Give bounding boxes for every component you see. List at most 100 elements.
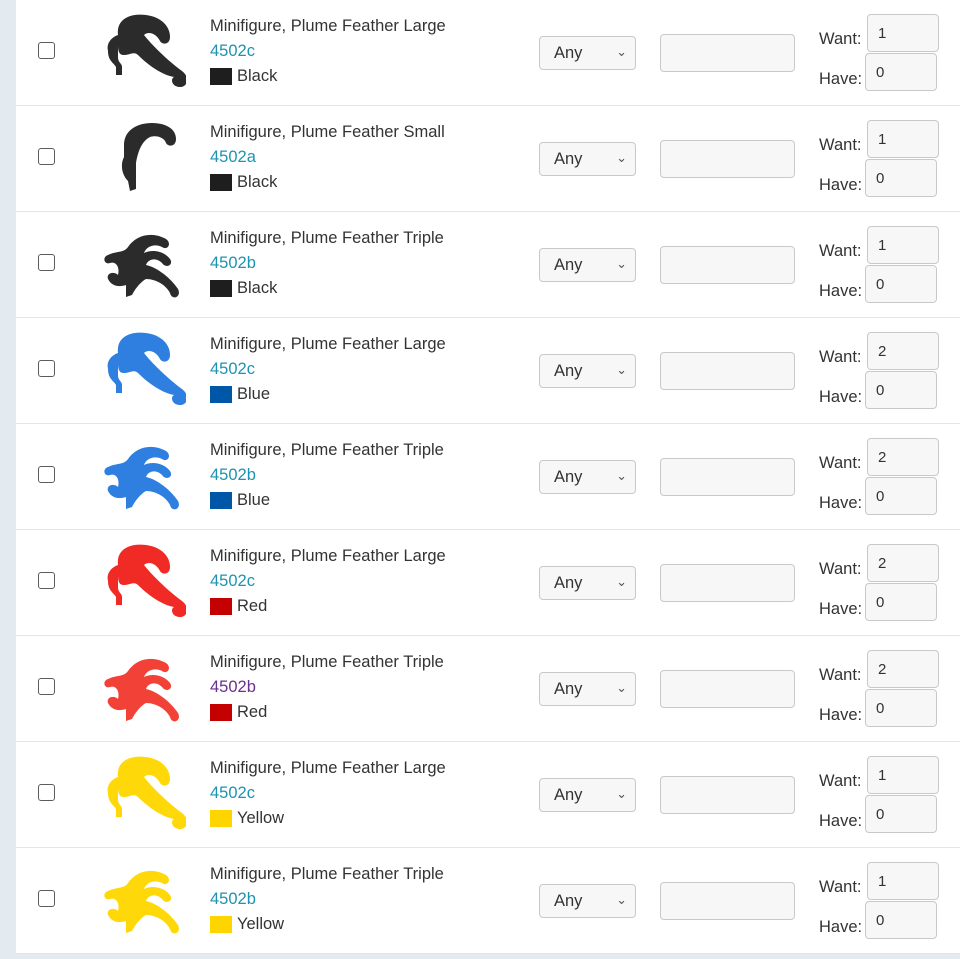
have-label: Have: (819, 282, 863, 300)
remarks-input[interactable] (660, 882, 795, 920)
remarks-input[interactable] (660, 352, 795, 390)
want-quantity-value: 2 (878, 555, 887, 572)
condition-value: Any (554, 256, 583, 274)
want-quantity-input[interactable]: 1 (867, 14, 939, 52)
chevron-down-icon: ⌄ (616, 44, 627, 59)
select-checkbox[interactable] (38, 466, 55, 483)
remarks-input[interactable] (660, 34, 795, 72)
want-quantity-value: 1 (878, 767, 887, 784)
condition-select[interactable]: Any ⌄ (539, 460, 636, 494)
part-number-link[interactable]: 4502c (210, 360, 255, 379)
have-label: Have: (819, 918, 863, 936)
color-name: Blue (237, 491, 271, 509)
select-checkbox[interactable] (38, 890, 55, 907)
part-image[interactable] (86, 429, 186, 523)
want-quantity-input[interactable]: 2 (867, 650, 939, 688)
select-checkbox[interactable] (38, 678, 55, 695)
part-name: Minifigure, Plume Feather Large (210, 17, 446, 35)
remarks-input[interactable] (660, 140, 795, 178)
part-color: Yellow (210, 809, 284, 828)
condition-select[interactable]: Any ⌄ (539, 566, 636, 600)
part-image[interactable] (86, 747, 188, 841)
condition-select[interactable]: Any ⌄ (539, 778, 636, 812)
have-label: Have: (819, 176, 863, 194)
color-swatch (210, 386, 232, 403)
have-quantity-input[interactable]: 0 (865, 53, 937, 91)
select-checkbox[interactable] (38, 784, 55, 801)
part-image[interactable] (86, 323, 188, 417)
remarks-input[interactable] (660, 776, 795, 814)
chevron-down-icon: ⌄ (616, 574, 627, 589)
condition-value: Any (554, 468, 583, 486)
select-checkbox[interactable] (38, 254, 55, 271)
have-label: Have: (819, 70, 863, 88)
part-image[interactable] (86, 5, 188, 99)
remarks-input[interactable] (660, 458, 795, 496)
plume-feather-large-icon (107, 332, 188, 405)
want-quantity-input[interactable]: 1 (867, 226, 939, 264)
have-quantity-input[interactable]: 0 (865, 689, 937, 727)
part-color: Black (210, 67, 277, 86)
want-quantity-input[interactable]: 1 (867, 862, 939, 900)
have-quantity-input[interactable]: 0 (865, 477, 937, 515)
select-checkbox[interactable] (38, 42, 55, 59)
want-quantity-value: 1 (878, 873, 887, 890)
want-quantity-input[interactable]: 2 (867, 438, 939, 476)
select-checkbox[interactable] (38, 572, 55, 589)
want-quantity-input[interactable]: 2 (867, 544, 939, 582)
have-quantity-value: 0 (876, 382, 885, 399)
want-quantity-input[interactable]: 2 (867, 332, 939, 370)
remarks-input[interactable] (660, 564, 795, 602)
have-quantity-value: 0 (876, 276, 885, 293)
condition-select[interactable]: Any ⌄ (539, 142, 636, 176)
color-swatch (210, 492, 232, 509)
want-quantity-input[interactable]: 1 (867, 120, 939, 158)
want-quantity-input[interactable]: 1 (867, 756, 939, 794)
part-number-link[interactable]: 4502b (210, 466, 256, 485)
part-number-link[interactable]: 4502a (210, 148, 256, 167)
part-number-link[interactable]: 4502c (210, 42, 255, 61)
remarks-input[interactable] (660, 246, 795, 284)
have-label: Have: (819, 494, 863, 512)
part-number-link[interactable]: 4502b (210, 254, 256, 273)
part-number-link[interactable]: 4502c (210, 784, 255, 803)
have-quantity-value: 0 (876, 170, 885, 187)
part-number-link[interactable]: 4502b (210, 890, 256, 909)
part-image[interactable] (86, 111, 186, 205)
condition-value: Any (554, 44, 583, 62)
have-quantity-input[interactable]: 0 (865, 795, 937, 833)
want-label: Want: (819, 878, 862, 896)
condition-select[interactable]: Any ⌄ (539, 354, 636, 388)
have-quantity-input[interactable]: 0 (865, 901, 937, 939)
condition-select[interactable]: Any ⌄ (539, 672, 636, 706)
condition-select[interactable]: Any ⌄ (539, 248, 636, 282)
chevron-down-icon: ⌄ (616, 892, 627, 907)
color-swatch (210, 704, 232, 721)
color-swatch (210, 916, 232, 933)
color-swatch (210, 598, 232, 615)
part-number-link[interactable]: 4502b (210, 678, 256, 697)
have-quantity-input[interactable]: 0 (865, 371, 937, 409)
color-name: Black (237, 67, 278, 85)
condition-select[interactable]: Any ⌄ (539, 884, 636, 918)
select-checkbox[interactable] (38, 148, 55, 165)
select-checkbox[interactable] (38, 360, 55, 377)
color-swatch (210, 280, 232, 297)
part-image[interactable] (86, 535, 188, 629)
color-name: Black (237, 173, 278, 191)
have-quantity-input[interactable]: 0 (865, 265, 937, 303)
part-number-link[interactable]: 4502c (210, 572, 255, 591)
part-name: Minifigure, Plume Feather Large (210, 759, 446, 777)
part-color: Red (210, 597, 267, 616)
chevron-down-icon: ⌄ (616, 786, 627, 801)
want-quantity-value: 2 (878, 449, 887, 466)
remarks-input[interactable] (660, 670, 795, 708)
have-quantity-input[interactable]: 0 (865, 583, 937, 621)
part-image[interactable] (86, 853, 186, 947)
have-quantity-input[interactable]: 0 (865, 159, 937, 197)
part-image[interactable] (86, 217, 186, 311)
have-quantity-value: 0 (876, 806, 885, 823)
part-image[interactable] (86, 641, 186, 735)
color-name: Red (237, 597, 268, 615)
condition-select[interactable]: Any ⌄ (539, 36, 636, 70)
